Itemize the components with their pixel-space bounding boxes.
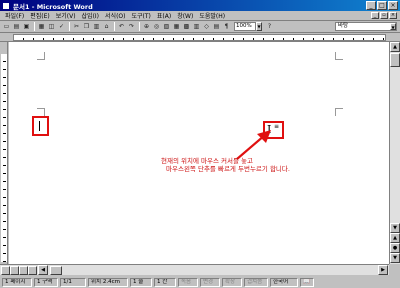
scroll-left-icon[interactable]: ◀ [38, 265, 48, 275]
cut-icon[interactable]: ✂ [72, 22, 81, 31]
menu-help[interactable]: 도움말(H) [196, 11, 228, 20]
menu-table[interactable]: 표(A) [154, 11, 174, 20]
toolbar-divider [34, 22, 35, 31]
font-name: 바탕 [338, 23, 349, 29]
text-cursor-highlight [32, 116, 49, 136]
outline-view-icon[interactable] [28, 266, 37, 275]
status-section: 1 구역 [34, 277, 58, 287]
spelling-icon[interactable]: ✓ [57, 22, 66, 31]
print-icon[interactable]: ▦ [37, 22, 46, 31]
text-caret [39, 121, 40, 131]
paste-icon[interactable]: ▥ [92, 22, 101, 31]
copy-icon[interactable]: ❐ [82, 22, 91, 31]
scroll-down-icon[interactable]: ▼ [390, 223, 400, 233]
undo-icon[interactable]: ↶ [117, 22, 126, 31]
window-title: 문서1 - Microsoft Word [13, 2, 93, 11]
document-area[interactable]: I ≡ 현재의 위치에 마우스 커서를 놓고 마우스왼쪽 단추를 빠르게 두번누… [9, 42, 389, 264]
redo-icon[interactable]: ↷ [127, 22, 136, 31]
ruler-strip [13, 34, 386, 41]
vertical-ruler-strip [1, 54, 7, 262]
horizontal-scroll-thumb[interactable] [50, 266, 62, 275]
status-pages: 1/1 [60, 277, 86, 287]
show-hide-icon[interactable]: ¶ [222, 22, 231, 31]
margin-corner-mark [37, 52, 45, 60]
status-bar: 1 페이지 1 구역 1/1 위치 2.4cm 1 줄 1 칸 녹음 변경 확장… [0, 276, 400, 288]
doc-close-button[interactable]: × [389, 12, 397, 19]
margin-corner-mark [335, 52, 343, 60]
font-select[interactable]: 바탕 ▼ [335, 22, 397, 31]
drawing-icon[interactable]: ◇ [202, 22, 211, 31]
toolbar-divider [69, 22, 70, 31]
font-dropdown-icon[interactable]: ▼ [390, 23, 396, 30]
horizontal-scrollbar[interactable]: ◀ ▶ [0, 264, 389, 275]
office-assistant-icon[interactable]: ? [265, 22, 274, 31]
maximize-button[interactable]: □ [377, 1, 387, 10]
new-document-icon[interactable]: ▭ [2, 22, 11, 31]
menu-view[interactable]: 보기(V) [53, 11, 79, 20]
status-line: 1 줄 [130, 277, 152, 287]
toolbar-divider [139, 22, 140, 31]
vertical-ruler[interactable] [0, 42, 8, 264]
standard-toolbar: ▭ ▤ ▣ ▦ ◫ ✓ ✂ ❐ ▥ ⌂ ↶ ↷ ⊕ ◎ ▧ ▦ ▩ ▥ ◇ ▤ … [0, 21, 400, 33]
web-toolbar-icon[interactable]: ◎ [152, 22, 161, 31]
menu-window[interactable]: 창(W) [174, 11, 196, 20]
minimize-button[interactable]: _ [366, 1, 376, 10]
print-preview-icon[interactable]: ◫ [47, 22, 56, 31]
margin-corner-mark [335, 108, 343, 116]
status-extend-mode[interactable]: 확장 [222, 277, 242, 287]
menu-edit[interactable]: 편집(E) [27, 11, 53, 20]
zoom-box[interactable]: 100% [234, 22, 256, 31]
menu-format[interactable]: 서식(O) [102, 11, 128, 20]
next-page-icon[interactable]: ▼ [390, 253, 400, 263]
status-record-mode[interactable]: 녹음 [178, 277, 198, 287]
instruction-annotation: 현재의 위치에 마우스 커서를 놓고 마우스왼쪽 단추를 빠르게 두번누르기 합… [161, 157, 290, 173]
title-bar: 문서1 - Microsoft Word _ □ × [0, 0, 400, 11]
previous-page-icon[interactable]: ▲ [390, 233, 400, 243]
scroll-up-icon[interactable]: ▲ [390, 42, 400, 52]
doc-restore-button[interactable]: ▫ [380, 12, 388, 19]
document-map-icon[interactable]: ▤ [212, 22, 221, 31]
zoom-dropdown-icon[interactable]: ▼ [256, 22, 262, 31]
normal-view-icon[interactable] [1, 266, 10, 275]
status-position: 위치 2.4cm [88, 277, 128, 287]
status-page: 1 페이지 [2, 277, 32, 287]
select-browse-object-icon[interactable]: ● [390, 243, 400, 253]
annotation-line-1: 현재의 위치에 마우스 커서를 놓고 [161, 157, 253, 165]
format-painter-icon[interactable]: ⌂ [102, 22, 111, 31]
annotation-line-2: 마우스왼쪽 단추를 빠르게 두번누르기 합니다. [166, 165, 290, 173]
print-layout-view-icon[interactable] [19, 266, 28, 275]
menu-insert[interactable]: 삽입(I) [79, 11, 103, 20]
spelling-status-icon[interactable]: 📖 [300, 277, 314, 287]
hyperlink-icon[interactable]: ⊕ [142, 22, 151, 31]
tables-borders-icon[interactable]: ▧ [162, 22, 171, 31]
close-button[interactable]: × [388, 1, 398, 10]
menu-bar: 파일(F) 편집(E) 보기(V) 삽입(I) 서식(O) 도구(T) 표(A)… [0, 11, 400, 21]
scroll-right-icon[interactable]: ▶ [378, 265, 388, 275]
word-app-icon[interactable] [2, 1, 10, 10]
status-language: 한국어 [270, 277, 298, 287]
insert-table-icon[interactable]: ▦ [172, 22, 181, 31]
columns-icon[interactable]: ▥ [192, 22, 201, 31]
horizontal-ruler[interactable] [0, 33, 400, 42]
status-overtype-mode[interactable]: 겹쳐씀 [244, 277, 268, 287]
menu-file[interactable]: 파일(F) [2, 11, 27, 20]
save-icon[interactable]: ▣ [22, 22, 31, 31]
open-folder-icon[interactable]: ▤ [12, 22, 21, 31]
menu-tools[interactable]: 도구(T) [128, 11, 153, 20]
status-column: 1 칸 [154, 277, 176, 287]
vertical-scroll-thumb[interactable] [390, 53, 400, 67]
insert-excel-icon[interactable]: ▩ [182, 22, 191, 31]
margin-corner-mark [37, 108, 45, 116]
toolbar-divider [114, 22, 115, 31]
doc-minimize-button[interactable]: _ [371, 12, 379, 19]
vertical-scrollbar[interactable]: ▲ ▼ ▲ ● ▼ [389, 42, 400, 264]
web-layout-view-icon[interactable] [10, 266, 19, 275]
status-track-changes-mode[interactable]: 변경 [200, 277, 220, 287]
